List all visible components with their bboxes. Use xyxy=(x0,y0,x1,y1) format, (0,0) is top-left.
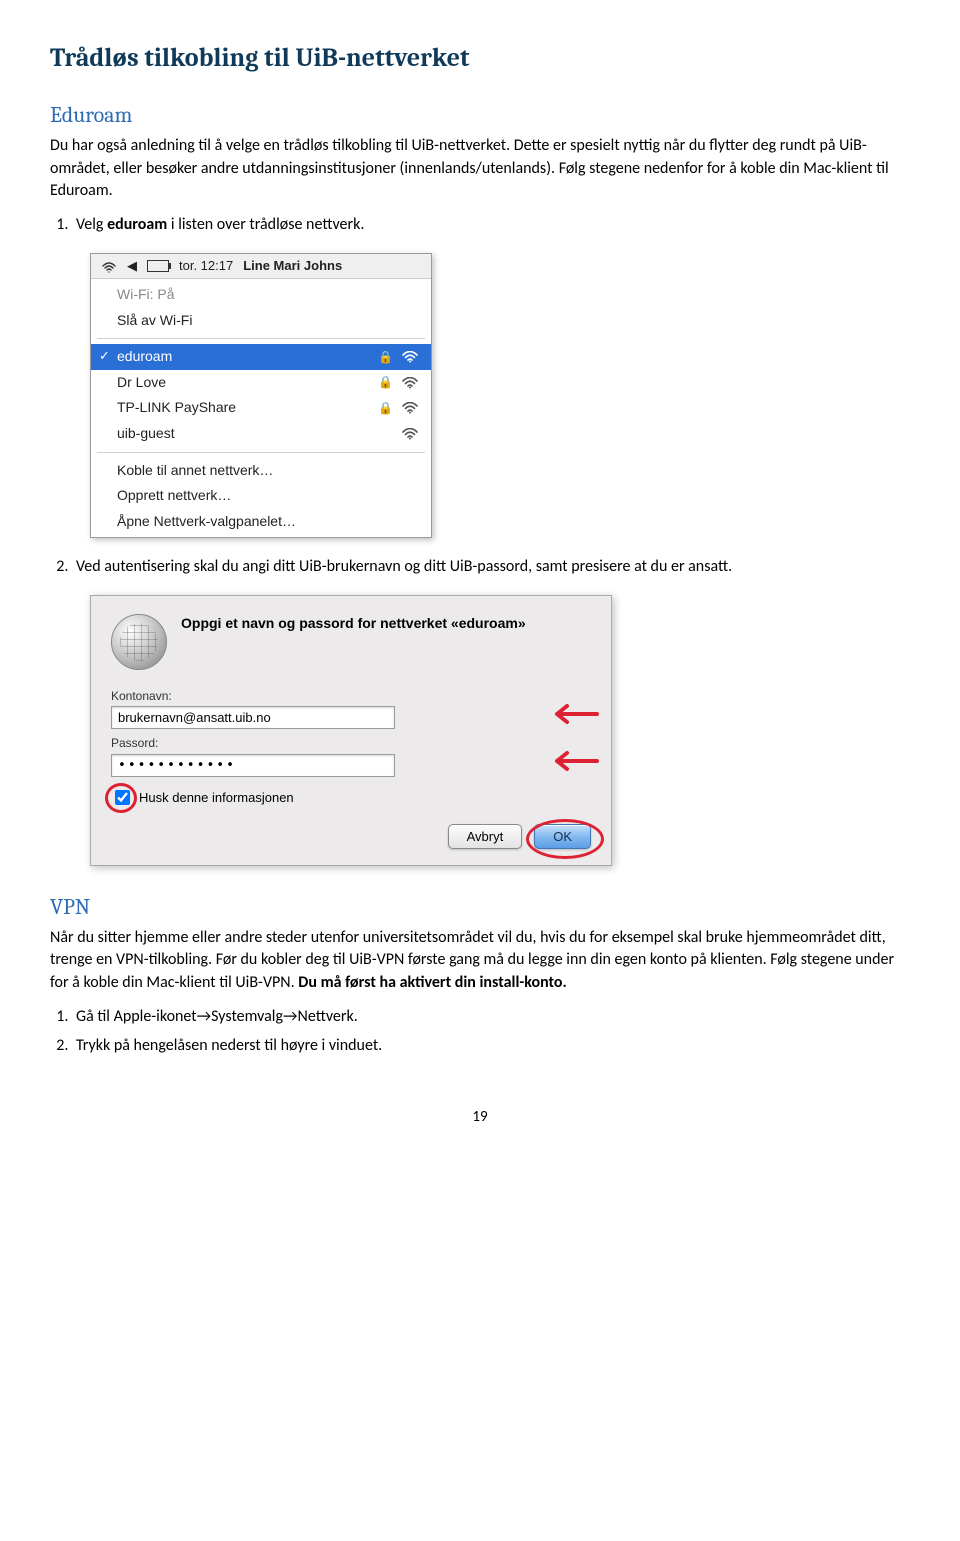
wifi-turn-off[interactable]: Slå av Wi-Fi xyxy=(91,308,431,334)
signal-icon xyxy=(401,402,419,414)
wifi-network-item[interactable]: Dr Love 🔒 xyxy=(91,370,431,396)
page-number: 19 xyxy=(50,1107,910,1128)
vpn-step-1: Gå til Apple-ikonet→Systemvalg→Nettverk. xyxy=(72,1006,910,1028)
password-input[interactable] xyxy=(111,754,395,777)
wifi-create-network[interactable]: Opprett nettverk… xyxy=(91,483,431,509)
auth-dialog-title: Oppgi et navn og passord for nettverket … xyxy=(181,614,526,670)
account-input[interactable] xyxy=(111,706,395,729)
menubar-time: tor. 12:17 xyxy=(179,257,233,275)
annotation-arrow-icon xyxy=(543,702,599,726)
wifi-connect-other[interactable]: Koble til annet nettverk… xyxy=(91,458,431,484)
wifi-network-name: Dr Love xyxy=(117,373,166,393)
wifi-status: Wi-Fi: På xyxy=(91,282,431,308)
lock-icon: 🔒 xyxy=(378,349,393,366)
page-title: Trådløs tilkobling til UiB-nettverket xyxy=(50,40,910,76)
wifi-open-panel[interactable]: Åpne Nettverk-valgpanelet… xyxy=(91,509,431,535)
wifi-network-name: TP-LINK PayShare xyxy=(117,398,236,418)
bluetooth-icon: ◀ xyxy=(127,257,137,275)
remember-label: Husk denne informasjonen xyxy=(139,789,294,807)
vpn-step-2: Trykk på hengelåsen nederst til høyre i … xyxy=(72,1035,910,1057)
battery-icon xyxy=(147,260,169,272)
menubar: ◀ tor. 12:17 Line Mari Johns xyxy=(91,254,431,279)
wifi-network-item[interactable]: uib-guest xyxy=(91,421,431,447)
eduroam-heading: Eduroam xyxy=(50,100,910,131)
cancel-button[interactable]: Avbryt xyxy=(448,824,523,849)
wifi-menu-screenshot: ◀ tor. 12:17 Line Mari Johns Wi-Fi: På S… xyxy=(90,253,432,539)
vpn-heading: VPN xyxy=(50,892,910,923)
eduroam-intro: Du har også anledning til å velge en trå… xyxy=(50,135,910,202)
lock-icon: 🔒 xyxy=(378,374,393,391)
vpn-body: Når du sitter hjemme eller andre steder … xyxy=(50,927,910,994)
wifi-network-item[interactable]: TP-LINK PayShare 🔒 xyxy=(91,395,431,421)
wifi-network-name: eduroam xyxy=(117,347,172,367)
signal-icon xyxy=(401,377,419,389)
checkmark-icon: ✓ xyxy=(99,347,110,365)
globe-icon xyxy=(111,614,167,670)
menubar-user: Line Mari Johns xyxy=(243,257,342,275)
lock-icon: 🔒 xyxy=(378,400,393,417)
account-label: Kontonavn: xyxy=(111,688,591,705)
wifi-icon xyxy=(101,260,117,272)
signal-icon xyxy=(401,351,419,363)
remember-checkbox[interactable] xyxy=(115,790,130,805)
eduroam-step-1: Velg eduroam i listen over trådløse nett… xyxy=(72,214,910,236)
annotation-arrow-icon xyxy=(543,749,599,773)
password-label: Passord: xyxy=(111,735,591,752)
ok-button[interactable]: OK xyxy=(534,824,591,849)
signal-icon xyxy=(401,428,419,440)
wifi-network-name: uib-guest xyxy=(117,424,175,444)
auth-dialog-screenshot: Oppgi et navn og passord for nettverket … xyxy=(90,595,612,867)
eduroam-step-2: Ved autentisering skal du angi ditt UiB-… xyxy=(72,556,910,578)
wifi-network-item[interactable]: ✓ eduroam 🔒 xyxy=(91,344,431,370)
